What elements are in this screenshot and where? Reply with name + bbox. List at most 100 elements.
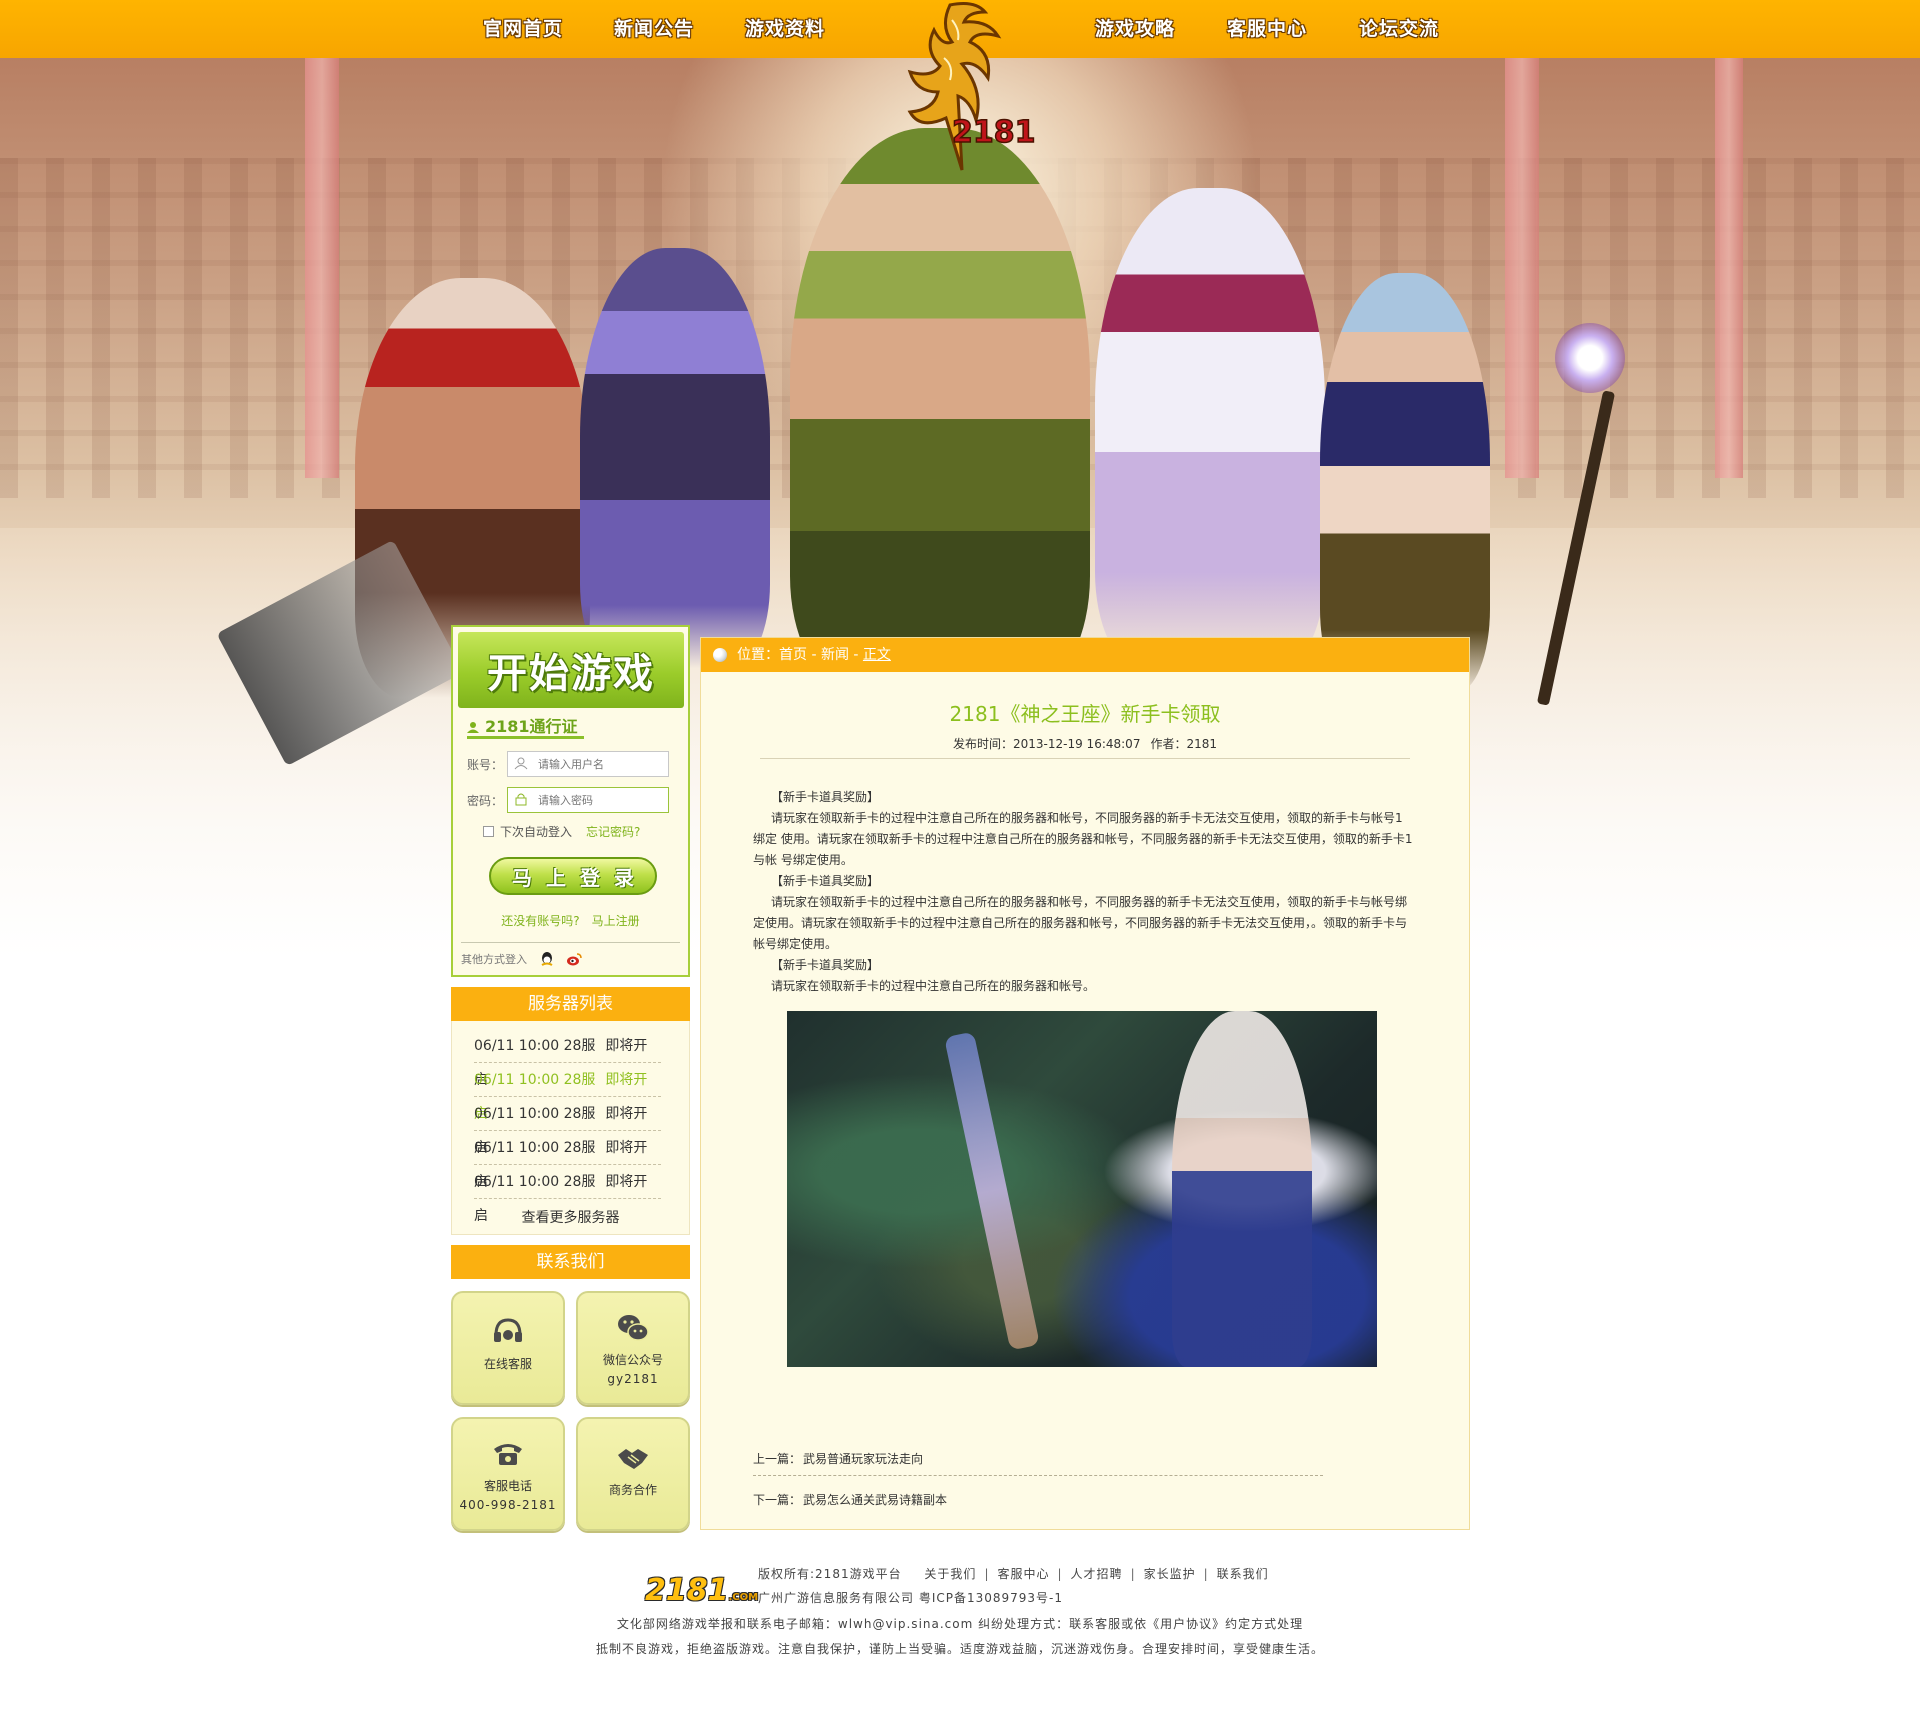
hero-character-elf	[580, 248, 770, 668]
nav-forum[interactable]: 论坛交流	[1359, 14, 1439, 41]
prev-label: 上一篇：	[753, 1452, 802, 1466]
article-paragraph: 请玩家在领取新手卡的过程中注意自己所在的服务器和帐号，不同服务器的新手卡无法交互…	[753, 895, 1408, 951]
footer-logo-suffix: .COM	[728, 1592, 759, 1603]
contact-label: 微信公众号	[602, 1353, 663, 1367]
arena-pillar	[1505, 58, 1539, 478]
footer-link-support[interactable]: 客服中心	[997, 1567, 1049, 1581]
register-row: 还没有账号吗? 马上注册	[453, 912, 688, 929]
breadcrumb-current[interactable]: 正文	[863, 647, 891, 663]
article-time: 发布时间：2013-12-19 16:48:07	[953, 737, 1141, 751]
nav-home[interactable]: 官网首页	[483, 14, 563, 41]
left-column: 开始游戏 2181通行证 账号： 密码： 下次自动登入忘记密码? 马上登录 还没…	[451, 625, 690, 1563]
passport-label: 2181通行证	[485, 717, 578, 736]
article-panel: 位置：首页 - 新闻 - 正文 2181《神之王座》新手卡领取 发布时间：201…	[700, 637, 1470, 1530]
article-paragraph: 请玩家在领取新手卡的过程中注意自己所在的服务器和帐号，不同服务器的新手卡无法交互…	[753, 811, 1413, 867]
next-article-link[interactable]: 武易怎么通关武易诗籍副本	[803, 1493, 947, 1507]
article-subheading: 【新手卡道具奖励】	[771, 958, 880, 972]
login-button[interactable]: 马上登录	[489, 857, 657, 895]
prev-article-link[interactable]: 武易普通玩家玩法走向	[803, 1452, 923, 1466]
prev-article: 上一篇： 武易普通玩家玩法走向	[753, 1450, 1323, 1476]
health-notice: 抵制不良游戏，拒绝盗版游戏。注意自我保护，谨防上当受骗。适度游戏益脑，沉迷游戏伤…	[595, 1642, 1324, 1656]
contact-title: 联系我们	[451, 1245, 690, 1279]
server-list-title: 服务器列表	[451, 987, 690, 1021]
business-button[interactable]: 商务合作	[576, 1417, 690, 1531]
report-info: 文化部网络游戏举报和联系电子邮箱：wlwh@vip.sina.com 纠纷处理方…	[616, 1617, 1304, 1631]
server-list-panel: 服务器列表 06/11 10:00 28服 即将开启 06/11 10:00 28…	[451, 987, 690, 1235]
hero-staff-orb	[1555, 323, 1625, 393]
footer-link-jobs[interactable]: 人才招聘	[1071, 1567, 1123, 1581]
game-logo-text: 2181	[952, 115, 1036, 150]
server-item[interactable]: 06/11 10:00 28服 即将开启	[474, 1131, 661, 1190]
server-time: 06/11 10:00 28服	[474, 1038, 596, 1054]
company-info: 广州广游信息服务有限公司 粤ICP备13089793号-1	[758, 1591, 1064, 1605]
contact-label: 在线客服	[483, 1357, 532, 1371]
nav-news[interactable]: 新闻公告	[614, 14, 694, 41]
password-input[interactable]	[507, 787, 669, 813]
contact-sub: 400-998-2181	[459, 1498, 557, 1512]
footer-link-contact[interactable]: 联系我们	[1217, 1567, 1269, 1581]
footer-link-about[interactable]: 关于我们	[924, 1567, 976, 1581]
bullet-icon	[713, 648, 727, 662]
other-login-row: 其他方式登入	[461, 942, 680, 967]
article-image	[787, 1011, 1377, 1367]
server-item[interactable]: 06/11 10:00 28服 即将开启	[474, 1063, 661, 1122]
contact-label: 客服电话	[483, 1479, 532, 1493]
forgot-password-link[interactable]: 忘记密码?	[586, 825, 640, 839]
server-list: 06/11 10:00 28服 即将开启 06/11 10:00 28服 即将开启 …	[451, 1021, 690, 1235]
server-time: 06/11 10:00 28服	[474, 1106, 596, 1122]
arena-pillar	[1715, 58, 1743, 478]
login-panel: 开始游戏 2181通行证 账号： 密码： 下次自动登入忘记密码? 马上登录 还没…	[451, 625, 690, 977]
article-author: 作者：2181	[1150, 737, 1217, 751]
server-item[interactable]: 06/11 10:00 28服 即将开启	[474, 1029, 661, 1088]
qq-icon[interactable]	[539, 951, 555, 967]
contact-panel: 联系我们 在线客服 微信公众号 gy2181 客服电话 400-998-2181…	[451, 1245, 690, 1563]
wechat-button[interactable]: 微信公众号 gy2181	[576, 1291, 690, 1405]
contact-grid: 在线客服 微信公众号 gy2181 客服电话 400-998-2181 商务合作	[451, 1291, 690, 1563]
other-login-label: 其他方式登入	[461, 953, 527, 966]
server-time: 06/11 10:00 28服	[474, 1072, 596, 1088]
auto-login-row: 下次自动登入 忘记密码?	[483, 823, 640, 840]
lock-icon	[515, 793, 527, 806]
auto-login-checkbox[interactable]	[483, 826, 494, 837]
article-title: 2181《神之王座》新手卡领取	[949, 702, 1221, 726]
footer-links-row: 版权所有:2181游戏平台 关于我们 | 客服中心 | 人才招聘 | 家长监护 | 联系我们	[758, 1565, 1269, 1582]
copyright-text: 版权所有:2181游戏平台	[758, 1567, 902, 1581]
weibo-icon[interactable]	[566, 951, 582, 967]
nav-game-info[interactable]: 游戏资料	[745, 14, 825, 41]
breadcrumb-sep: -	[807, 647, 821, 663]
account-input[interactable]	[507, 751, 669, 777]
password-label: 密码：	[467, 794, 504, 808]
hotline-button[interactable]: 客服电话 400-998-2181	[451, 1417, 565, 1531]
link-divider: |	[1203, 1567, 1209, 1581]
hero-character-mage	[1320, 273, 1490, 693]
article-subheading: 【新手卡道具奖励】	[771, 790, 880, 804]
link-divider: |	[984, 1567, 990, 1581]
server-item[interactable]: 06/11 10:00 28服 即将开启	[474, 1097, 661, 1156]
next-label: 下一篇：	[753, 1493, 802, 1507]
article-meta: 发布时间：2013-12-19 16:48:07 作者：2181	[701, 735, 1469, 752]
staff-figure	[944, 1031, 1040, 1351]
game-logo[interactable]: 2181	[880, 0, 1040, 175]
breadcrumb-home[interactable]: 首页	[779, 647, 807, 663]
breadcrumb-news[interactable]: 新闻	[821, 647, 849, 663]
article-body: 【新手卡道具奖励】 请玩家在领取新手卡的过程中注意自己所在的服务器和帐号，不同服…	[753, 787, 1414, 997]
server-time: 06/11 10:00 28服	[474, 1174, 596, 1190]
footer-logo-text: 2181	[645, 1573, 729, 1608]
link-divider: |	[1130, 1567, 1136, 1581]
article-paragraph: 请玩家在领取新手卡的过程中注意自己所在的服务器和帐号。	[771, 979, 1096, 993]
goddess-figure	[1172, 1011, 1312, 1367]
start-game-button[interactable]: 开始游戏	[458, 632, 684, 708]
nav-support[interactable]: 客服中心	[1227, 14, 1307, 41]
online-service-button[interactable]: 在线客服	[451, 1291, 565, 1405]
footer-link-parental[interactable]: 家长监护	[1144, 1567, 1196, 1581]
nav-guides[interactable]: 游戏攻略	[1095, 14, 1175, 41]
register-link[interactable]: 马上注册	[592, 914, 640, 928]
link-divider: |	[1057, 1567, 1063, 1581]
divider	[760, 758, 1410, 759]
contact-sub: gy2181	[607, 1372, 659, 1386]
server-item[interactable]: 06/11 10:00 28服 即将开启	[474, 1165, 661, 1224]
breadcrumb: 位置：首页 - 新闻 - 正文	[701, 638, 1469, 672]
hero-character-paladin	[1095, 188, 1325, 668]
footer-logo[interactable]: 2181.COM	[645, 1571, 758, 1611]
wechat-icon	[618, 1315, 649, 1341]
